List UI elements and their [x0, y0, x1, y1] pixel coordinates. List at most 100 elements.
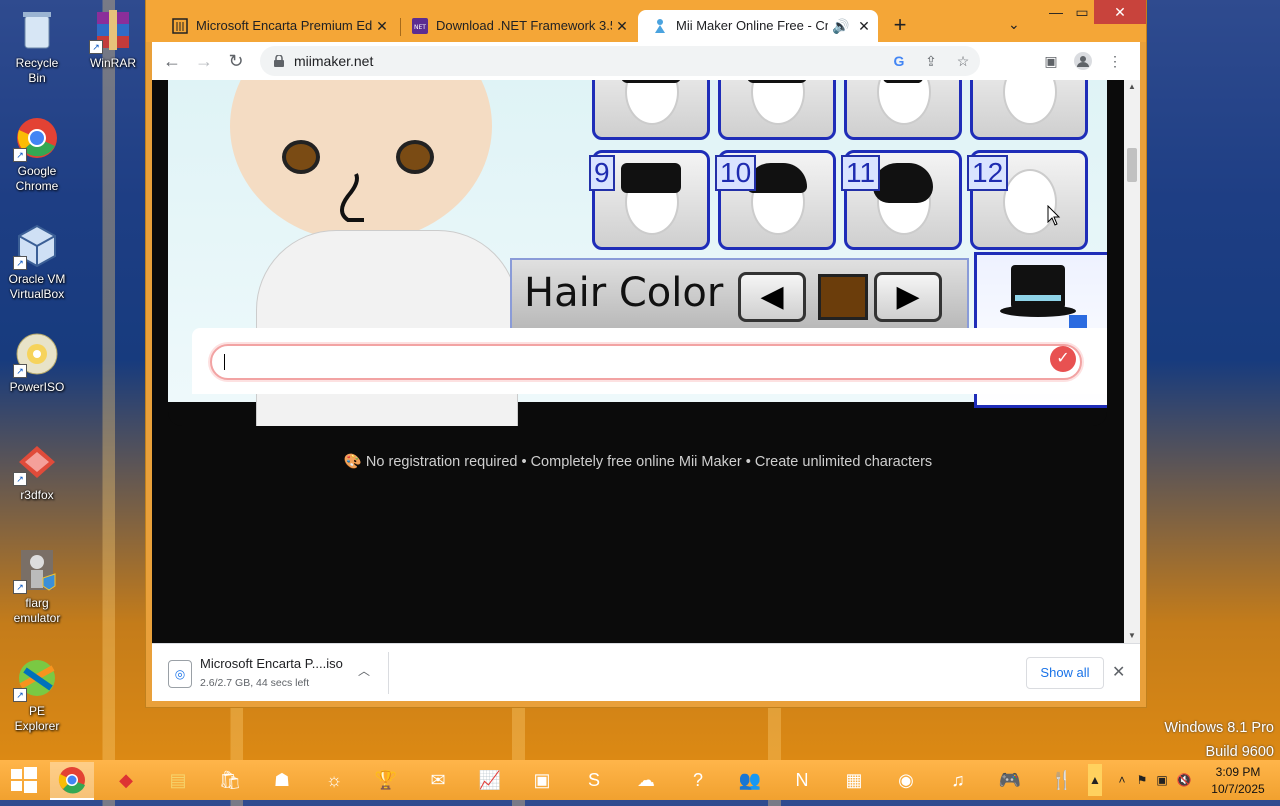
virtualbox-icon: ↗: [13, 224, 59, 270]
taskbar-people-icon[interactable]: 👥: [728, 762, 772, 798]
download-shelf-close-icon[interactable]: ✕: [1112, 662, 1125, 682]
taskbar-file-explorer-icon[interactable]: ▤: [156, 762, 200, 798]
hair-option-12[interactable]: 12: [967, 150, 1088, 250]
prompt-bar: ✓: [192, 328, 1107, 394]
hair-option[interactable]: [718, 80, 836, 140]
taskbar-mail-icon[interactable]: ✉: [416, 762, 460, 798]
bookmark-star-icon[interactable]: ☆: [954, 52, 972, 70]
chrome-icon: ↗: [13, 116, 59, 162]
hair-color-selector: Hair Color ◀ ▶: [510, 258, 969, 330]
hair-option[interactable]: [970, 80, 1088, 140]
taskbar-onenote-icon[interactable]: N: [780, 762, 824, 798]
hair-head: [625, 80, 679, 125]
taskbar-finance-icon[interactable]: 📈: [468, 762, 512, 798]
forward-button[interactable]: →: [194, 51, 214, 71]
address-bar[interactable]: miimaker.net G ⇪ ☆: [260, 46, 980, 76]
download-options-chevron-icon[interactable]: ︿: [358, 662, 370, 679]
tab-mii-maker[interactable]: Mii Maker Online Free - Crea 🔊 ✕: [638, 10, 878, 42]
desktop-icon-label: PowerISO: [9, 380, 65, 394]
mii-stage: 9 10 11 12 Hair Color ◀ ▶ ✓: [168, 80, 1107, 426]
action-center-flag-icon[interactable]: ⚑: [1134, 772, 1150, 788]
hair-style: [747, 80, 807, 83]
shortcut-arrow-icon: ↗: [13, 688, 27, 702]
tray-up-arrow-icon[interactable]: ˄: [1114, 772, 1130, 788]
desktop-icon-google-chrome[interactable]: ↗ Google Chrome: [6, 116, 68, 194]
scroll-up-arrow-icon[interactable]: ▲: [1124, 80, 1140, 94]
mii-left-eye: [282, 140, 320, 174]
reload-button[interactable]: ↻: [226, 51, 246, 71]
taskbar-help-icon[interactable]: ?: [676, 762, 720, 798]
kebab-menu-icon[interactable]: ⋮: [1106, 52, 1124, 70]
svg-text:NET: NET: [414, 24, 426, 31]
chrome-icon: [58, 767, 85, 794]
profile-avatar-icon[interactable]: [1074, 52, 1092, 70]
hair-color-label: Hair Color: [524, 270, 724, 316]
download-file-icon: ◎: [168, 660, 192, 688]
taskbar-weather-icon[interactable]: ☼: [312, 762, 356, 798]
desktop-icon-flarg-emulator[interactable]: ↗ flarg emulator: [6, 548, 68, 626]
mii-right-eye: [396, 140, 434, 174]
scroll-down-arrow-icon[interactable]: ▼: [1124, 629, 1140, 643]
taskbar-calendar-icon[interactable]: ▦: [832, 762, 876, 798]
windows-logo-icon: [11, 767, 37, 793]
hair-style: [873, 163, 933, 203]
watermark-edition: Windows 8.1 Pro: [1164, 720, 1274, 736]
hair-option[interactable]: [592, 80, 710, 140]
share-icon[interactable]: ⇪: [922, 52, 940, 70]
start-button[interactable]: [2, 762, 46, 798]
show-all-button[interactable]: Show all: [1026, 657, 1104, 689]
hair-option-10[interactable]: 10: [715, 150, 836, 250]
tab-title: Mii Maker Online Free - Crea: [676, 18, 828, 33]
new-tab-button[interactable]: +: [888, 14, 912, 38]
tab-close-icon[interactable]: ✕: [374, 18, 390, 34]
scroll-thumb[interactable]: [1127, 148, 1137, 182]
tab-dotnet[interactable]: NET Download .NET Framework 3.5 SP ✕: [398, 10, 634, 42]
desktop-icon-virtualbox[interactable]: ↗ Oracle VM VirtualBox: [6, 224, 68, 302]
taskbar-flarg-icon[interactable]: ☗: [260, 762, 304, 798]
taskbar-camera-icon[interactable]: ◉: [884, 762, 928, 798]
hair-color-next-button[interactable]: ▶: [874, 272, 942, 322]
hair-head: [877, 80, 931, 125]
system-clock[interactable]: 3:09 PM 10/7/2025: [1202, 764, 1274, 798]
download-filename[interactable]: Microsoft Encarta P....iso: [200, 656, 343, 671]
taskbar-video-icon[interactable]: ▣: [520, 762, 564, 798]
network-icon[interactable]: ▣: [1154, 772, 1170, 788]
taskbar-skype-icon[interactable]: S: [572, 762, 616, 798]
desktop-icon-recycle-bin[interactable]: Recycle Bin: [6, 8, 68, 86]
taskbar-r3dfox-icon[interactable]: ◆: [104, 762, 148, 798]
google-lens-icon[interactable]: G: [890, 52, 908, 70]
window-close-button[interactable]: ✕: [1094, 0, 1146, 24]
taskbar-food-icon[interactable]: 🍴: [1040, 762, 1084, 798]
desktop-icon-poweriso[interactable]: ↗ PowerISO: [6, 332, 68, 395]
hair-option[interactable]: [844, 80, 962, 140]
tab-close-icon[interactable]: ✕: [614, 18, 630, 34]
taskbar-music-icon[interactable]: ♫: [936, 762, 980, 798]
desktop-icon-label: WinRAR: [89, 56, 136, 70]
hair-style: [621, 163, 681, 193]
hair-option-11[interactable]: 11: [841, 150, 962, 250]
desktop-icon-winrar[interactable]: ↗ WinRAR: [82, 8, 144, 71]
prompt-input[interactable]: [210, 344, 1082, 380]
show-hidden-icons-chevron-icon[interactable]: ▲: [1088, 764, 1102, 796]
page-scrollbar[interactable]: ▲ ▼: [1124, 80, 1140, 643]
desktop-icon-pe-explorer[interactable]: ↗ PE Explorer: [6, 656, 68, 734]
browser-toolbar: ← → ↻ miimaker.net G ⇪ ☆ ▣ ⋮: [152, 42, 1140, 81]
tab-close-icon[interactable]: ✕: [856, 18, 872, 34]
side-panel-icon[interactable]: ▣: [1042, 52, 1060, 70]
taskbar-store-icon[interactable]: 🛍: [208, 762, 252, 798]
desktop-icon-r3dfox[interactable]: ↗ r3dfox: [6, 440, 68, 503]
submit-check-icon[interactable]: ✓: [1050, 346, 1076, 372]
hair-color-prev-button[interactable]: ◀: [738, 272, 806, 322]
taskbar-chrome[interactable]: [50, 762, 94, 800]
taskbar-onedrive-icon[interactable]: ☁: [624, 762, 668, 798]
hair-option-9[interactable]: 9: [589, 150, 710, 250]
shortcut-arrow-icon: ↗: [13, 148, 27, 162]
taskbar-games-icon[interactable]: 🎮: [988, 762, 1032, 798]
tab-search-chevron-icon[interactable]: ⌄: [1008, 16, 1020, 33]
taskbar-trophy-icon[interactable]: 🏆: [364, 762, 408, 798]
tab-audio-icon[interactable]: 🔊: [832, 18, 849, 34]
back-button[interactable]: ←: [162, 51, 182, 71]
shortcut-arrow-icon: ↗: [13, 364, 27, 378]
tab-encarta[interactable]: Microsoft Encarta Premium Editio ✕: [158, 10, 396, 42]
volume-muted-icon[interactable]: 🔇: [1176, 772, 1192, 788]
